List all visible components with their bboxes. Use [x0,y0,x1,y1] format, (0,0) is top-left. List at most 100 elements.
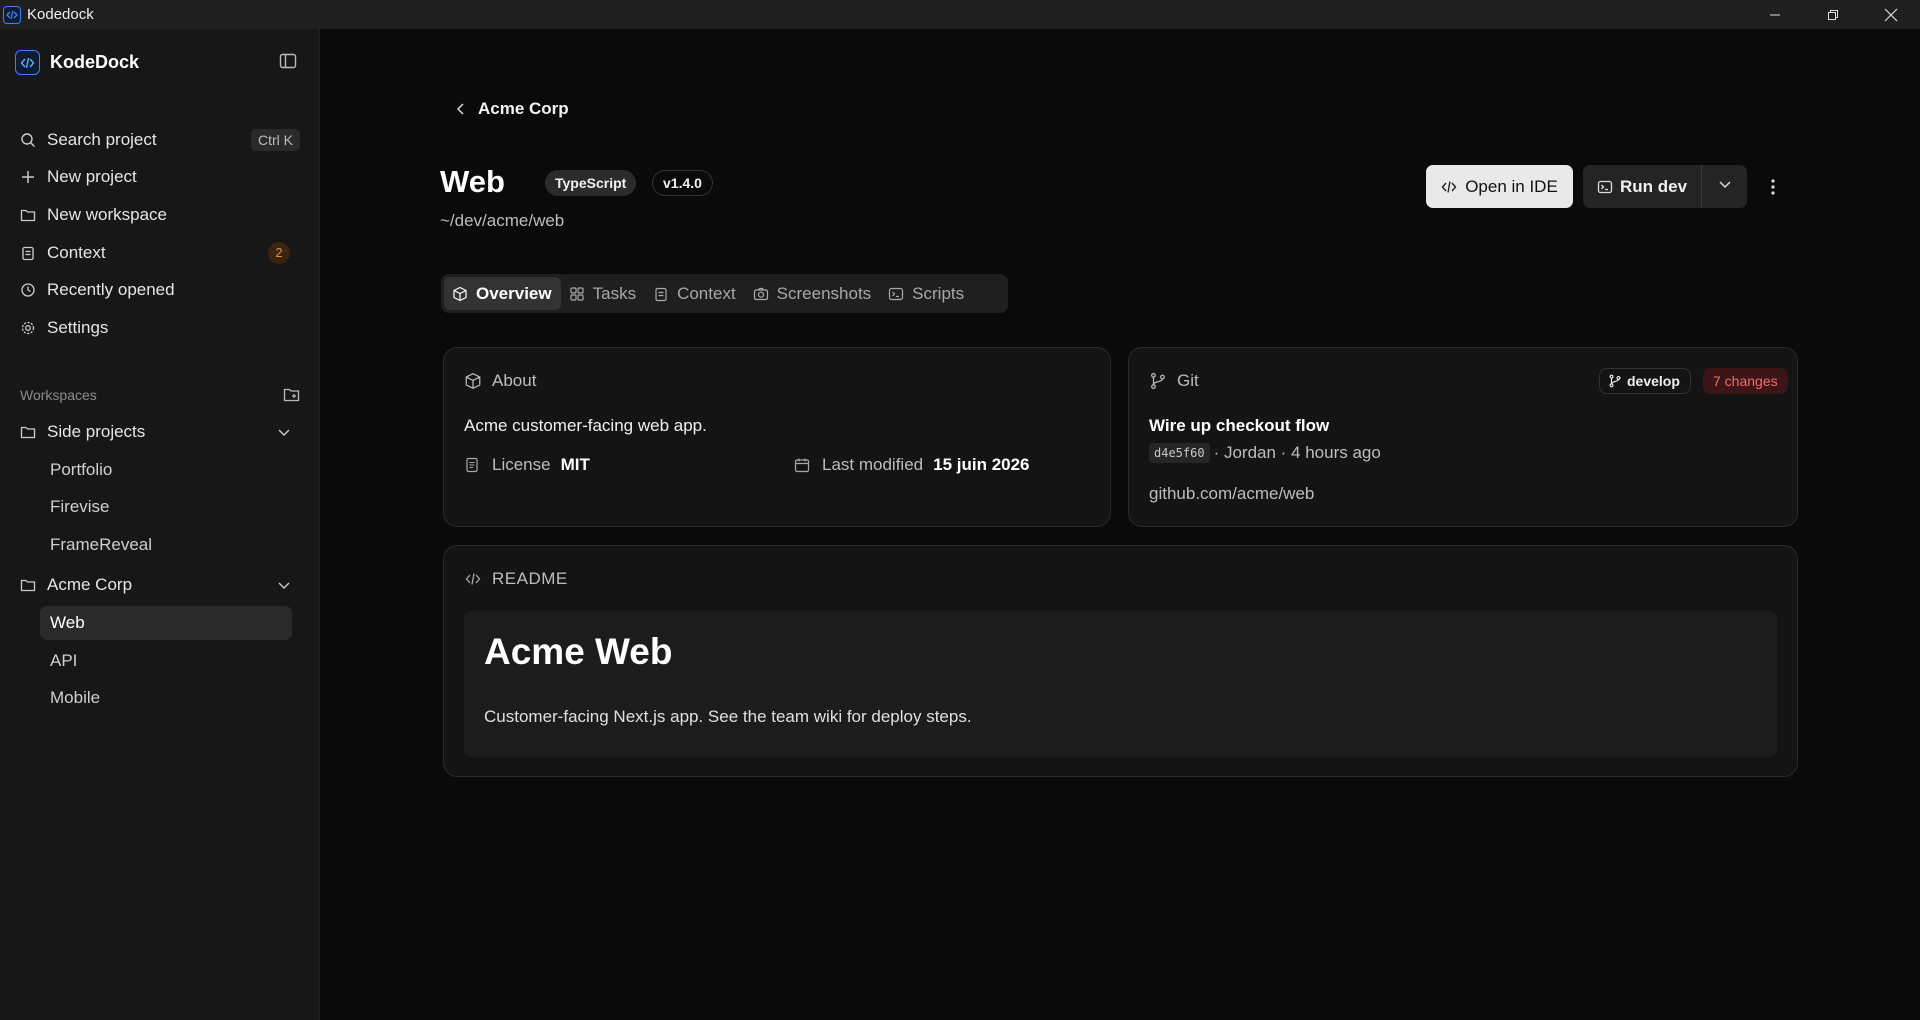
readme-content: Acme Web Customer-facing Next.js app. Se… [464,611,1777,757]
folder-icon [20,424,36,440]
readme-paragraph: Customer-facing Next.js app. See the tea… [484,707,972,726]
app-logo-icon [3,5,21,24]
tab-overview[interactable]: Overview [444,277,561,310]
window-titlebar: Kodedock [0,0,1920,29]
plus-icon [20,169,36,185]
workspace-name: Acme Corp [47,575,133,594]
last-modified-value: 15 juin 2026 [933,455,1030,474]
tab-label: Overview [476,283,552,303]
sidebar-item-context[interactable]: Context 2 [10,234,302,272]
open-in-ide-button[interactable]: Open in IDE [1426,165,1573,208]
code-icon [464,570,482,588]
branch-badge[interactable]: develop [1599,368,1691,394]
cube-icon [452,286,468,302]
folder-icon [20,577,36,593]
sidebar-item-label: Recently opened [47,280,175,300]
page-title: Web [440,164,505,199]
gear-icon [20,320,36,336]
sidebar-item-label: Settings [47,317,109,337]
workspace-name: Side projects [47,422,146,441]
workspace-acme-corp: Acme Corp Web API Mobile [10,566,302,717]
git-card: Git develop 7 changes Wire up checkout f… [1128,347,1798,527]
search-icon [20,132,36,148]
open-in-ide-label: Open in IDE [1465,176,1558,196]
sidebar-item-label: New project [47,167,137,187]
cube-icon [464,372,482,390]
camera-icon [753,286,769,302]
clock-icon [20,282,36,298]
license-label: License [492,455,551,474]
project-item-active[interactable]: Web [40,606,292,640]
about-heading-label: About [492,371,537,390]
chevron-down-icon [276,577,292,593]
run-dev-button[interactable]: Run dev [1583,165,1702,208]
shortcut-hint: Ctrl K [251,129,300,151]
file-icon [464,457,480,473]
project-item[interactable]: FrameReveal [10,526,302,564]
project-item[interactable]: Mobile [10,680,302,718]
tab-context[interactable]: Context [645,277,745,310]
sidebar-item-label: Context [47,242,106,262]
terminal-icon [1597,179,1613,195]
sidebar-item-recently-opened[interactable]: Recently opened [10,271,302,309]
workspace-toggle[interactable]: Side projects [10,413,302,451]
workspace-toggle[interactable]: Acme Corp [10,566,302,604]
brand-logo-icon [15,50,40,75]
minimize-icon[interactable] [1746,0,1804,29]
sidebar-item-settings[interactable]: Settings [10,309,302,347]
run-options-dropdown[interactable] [1702,165,1747,208]
about-card: About Acme customer-facing web app. Lice… [443,347,1111,527]
repo-url[interactable]: github.com/acme/web [1149,484,1314,504]
sidebar-item-search-project[interactable]: Search project Ctrl K [10,121,302,159]
project-item[interactable]: API [10,642,302,680]
last-modified-meta: Last modified 15 juin 2026 [794,455,1030,475]
sidebar-item-new-workspace[interactable]: New workspace [10,196,302,234]
project-tabs: Overview Tasks Context Screenshots Scrip… [441,274,1008,313]
sidebar-item-new-project[interactable]: New project [10,159,302,197]
clipboard-icon [20,245,36,261]
tab-label: Tasks [592,283,637,303]
readme-card: README Acme Web Customer-facing Next.js … [443,545,1798,777]
project-description: Acme customer-facing web app. [464,416,707,435]
run-dev-split-button: Run dev [1583,165,1747,208]
close-window-icon[interactable] [1862,0,1920,29]
git-branch-icon [1608,374,1622,388]
context-count-badge: 2 [268,241,290,264]
tab-screenshots[interactable]: Screenshots [745,277,881,310]
clipboard-icon [653,286,669,302]
readme-title: Acme Web [484,631,673,672]
chevron-left-icon [453,101,469,117]
version-badge: v1.4.0 [652,170,713,196]
tab-label: Screenshots [776,283,872,303]
about-heading: About [464,371,536,391]
readme-heading: README [464,569,568,589]
calendar-icon [794,457,810,473]
sidebar-toggle-icon[interactable] [278,51,298,71]
main-content: Acme Corp Web TypeScript v1.4.0 ~/dev/ac… [321,29,1920,1020]
sidebar: KodeDock Search project Ctrl K New proje… [0,29,320,1020]
sidebar-nav: Search project Ctrl K New project New wo… [10,121,302,347]
restore-icon[interactable] [1804,0,1862,29]
tab-tasks[interactable]: Tasks [561,277,645,310]
project-item[interactable]: Firevise [10,489,302,527]
chevron-down-icon [276,424,292,440]
last-modified-label: Last modified [822,455,924,474]
brand-name: KodeDock [50,52,140,72]
add-workspace-icon[interactable] [282,385,302,405]
brand[interactable]: KodeDock [15,50,139,75]
project-item[interactable]: Portfolio [10,451,302,489]
folder-plus-icon [20,207,36,223]
commit-author-time: · Jordan · 4 hours ago [1213,443,1381,462]
more-options-icon[interactable] [1761,175,1785,199]
tab-scripts[interactable]: Scripts [880,277,973,310]
breadcrumb-label: Acme Corp [478,99,569,118]
changes-badge[interactable]: 7 changes [1703,368,1788,394]
project-path: ~/dev/acme/web [440,211,565,230]
git-branch-icon [1149,372,1167,390]
language-badge: TypeScript [545,170,637,196]
breadcrumb[interactable]: Acme Corp [453,99,569,119]
license-value: MIT [560,455,590,474]
branch-name: develop [1627,373,1680,389]
workspace-side-projects: Side projects Portfolio Firevise FrameRe… [10,413,302,564]
terminal-icon [888,286,904,302]
